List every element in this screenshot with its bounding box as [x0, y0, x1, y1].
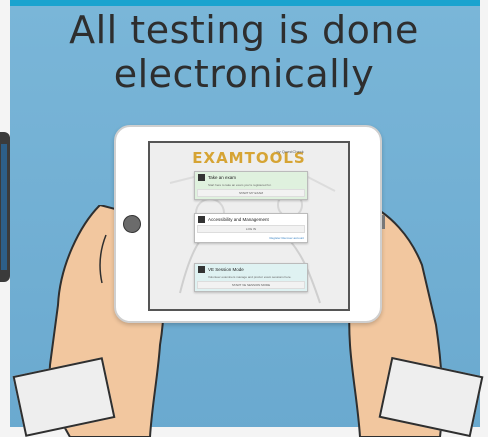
top-accent-bar [0, 0, 488, 6]
card-title: VE Session Mode [208, 267, 244, 272]
headline: All testing is done electronically [0, 8, 488, 96]
tablet-device: EXAMTOOLS · by QuestCheck Take an exam S… [114, 125, 385, 323]
tablet-screen: EXAMTOOLS · by QuestCheck Take an exam S… [148, 141, 350, 311]
user-icon [198, 216, 205, 223]
take-exam-card: Take an exam Start here to take an exam … [194, 171, 308, 200]
account-links[interactable]: Register Recover account [195, 235, 307, 242]
account-card: Accessibility and Management LOG IN Regi… [194, 213, 308, 243]
partial-tablet-screen [1, 144, 7, 270]
headline-line-2: electronically [113, 52, 375, 96]
ve-session-button[interactable]: START VE SESSION MODE [197, 281, 305, 289]
ve-session-card: VE Session Mode Volunteer examiners mana… [194, 263, 308, 292]
examtools-logo: EXAMTOOLS · by QuestCheck [150, 149, 348, 168]
ve-icon [198, 266, 205, 273]
login-button[interactable]: LOG IN [197, 225, 305, 233]
logo-byline: · by QuestCheck [274, 149, 304, 154]
card-title: Accessibility and Management [208, 217, 269, 222]
headline-line-1: All testing is done [69, 8, 419, 52]
side-button-icon [382, 215, 385, 229]
home-button-icon [123, 215, 141, 233]
partial-tablet-left [0, 132, 10, 282]
card-title: Take an exam [208, 175, 237, 180]
exam-icon [198, 174, 205, 181]
start-exam-button[interactable]: START MY EXAM [197, 189, 305, 197]
